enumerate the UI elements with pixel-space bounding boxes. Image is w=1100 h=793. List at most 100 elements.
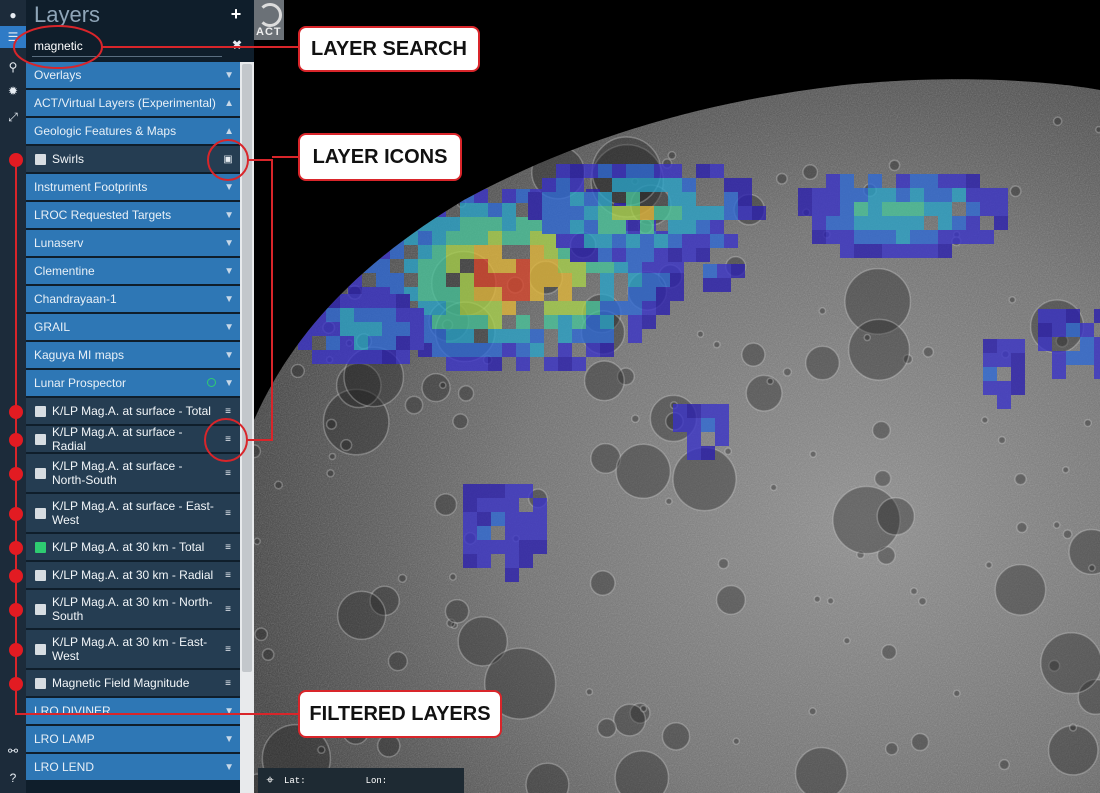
layer-checkbox[interactable] xyxy=(35,542,46,553)
layer-checkbox[interactable] xyxy=(35,678,46,689)
chevron-down-icon[interactable]: ▼ xyxy=(224,754,234,780)
layers-menu-icon[interactable]: ☰ xyxy=(0,26,26,48)
magnetic-anomaly-tile xyxy=(477,484,491,498)
layer-checkbox[interactable] xyxy=(35,508,46,519)
sliders-icon[interactable]: ≡ xyxy=(222,541,234,553)
scrollbar-thumb[interactable] xyxy=(242,64,252,672)
layer-group-chandrayaan-1[interactable]: Chandrayaan-1 ▼ xyxy=(26,286,240,314)
link-icon[interactable]: ⚯ xyxy=(0,740,26,762)
magnetic-anomaly-tile xyxy=(432,343,446,357)
magnetic-anomaly-tile xyxy=(460,301,474,315)
sliders-icon[interactable]: ≡ xyxy=(222,569,234,581)
layer-item[interactable]: K/LP Mag.A. at surface - North-South ≡ xyxy=(26,454,240,494)
settings-gear-icon[interactable]: ✹ xyxy=(0,80,26,102)
layer-checkbox[interactable] xyxy=(35,434,46,445)
layer-item[interactable]: Magnetic Field Magnitude ≡ xyxy=(26,670,240,698)
layer-label: K/LP Mag.A. at 30 km - Total xyxy=(52,540,205,554)
layer-checkbox[interactable] xyxy=(35,154,46,165)
crosshair-icon[interactable]: ⌖ xyxy=(262,773,278,788)
layer-group-instrument-footprints[interactable]: Instrument Footprints ▼ xyxy=(26,174,240,202)
image-icon[interactable]: ▣ xyxy=(222,153,234,165)
layer-group-geologic-features-maps[interactable]: Geologic Features & Maps ▲ xyxy=(26,118,240,146)
layer-group-kaguya-mi-maps[interactable]: Kaguya MI maps ▼ xyxy=(26,342,240,370)
layer-group-lro-lamp[interactable]: LRO LAMP ▼ xyxy=(26,726,240,754)
magnetic-anomaly-tile xyxy=(491,498,505,512)
magnetic-anomaly-tile xyxy=(572,329,586,343)
magnetic-anomaly-tile xyxy=(983,353,997,367)
add-layer-button[interactable]: + xyxy=(228,4,244,26)
chevron-down-icon[interactable]: ▼ xyxy=(224,62,234,88)
clear-search-icon[interactable]: ✖ xyxy=(232,38,242,52)
chevron-down-icon[interactable]: ▼ xyxy=(224,202,234,228)
magnetic-anomaly-tile xyxy=(488,357,502,371)
crater xyxy=(1061,466,1070,474)
magnetic-anomaly-tile xyxy=(362,231,376,245)
chevron-up-icon[interactable]: ▲ xyxy=(224,118,234,144)
layer-checkbox[interactable] xyxy=(35,468,46,479)
magnetic-anomaly-tile xyxy=(1080,351,1094,365)
layer-group-grail[interactable]: GRAIL ▼ xyxy=(26,314,240,342)
globe-view[interactable] xyxy=(254,0,1100,793)
help-icon[interactable]: ? xyxy=(0,767,26,789)
chevron-down-icon[interactable]: ▼ xyxy=(224,258,234,284)
chevron-down-icon[interactable]: ▼ xyxy=(224,698,234,724)
sliders-icon[interactable]: ≡ xyxy=(222,677,234,689)
layer-group-clementine[interactable]: Clementine ▼ xyxy=(26,258,240,286)
layer-group-lunar-prospector[interactable]: Lunar Prospector ▼ xyxy=(26,370,240,398)
magnetic-anomaly-tile xyxy=(896,230,910,244)
chevron-down-icon[interactable]: ▼ xyxy=(224,174,234,200)
layer-group-lro-lend[interactable]: LRO LEND ▼ xyxy=(26,754,240,782)
layer-item[interactable]: K/LP Mag.A. at surface - Total ≡ xyxy=(26,398,240,426)
crater xyxy=(500,128,523,152)
crater xyxy=(826,597,835,605)
chevron-down-icon[interactable]: ▼ xyxy=(224,726,234,752)
layer-item[interactable]: K/LP Mag.A. at 30 km - North-South ≡ xyxy=(26,590,240,630)
layer-group-act-virtual-layers-experimental[interactable]: ACT/Virtual Layers (Experimental) ▲ xyxy=(26,90,240,118)
layer-item[interactable]: K/LP Mag.A. at 30 km - Total ≡ xyxy=(26,534,240,562)
layer-item[interactable]: K/LP Mag.A. at 30 km - East-West ≡ xyxy=(26,630,240,670)
layer-item[interactable]: K/LP Mag.A. at surface - East-West ≡ xyxy=(26,494,240,534)
sliders-icon[interactable]: ≡ xyxy=(222,405,234,417)
magnetic-anomaly-tile xyxy=(882,216,896,230)
layer-item[interactable]: Swirls ▣ xyxy=(26,146,240,174)
crater xyxy=(745,374,783,412)
layer-checkbox[interactable] xyxy=(35,570,46,581)
chevron-down-icon[interactable]: ▼ xyxy=(224,286,234,312)
chevron-down-icon[interactable]: ▼ xyxy=(224,230,234,256)
layer-label: K/LP Mag.A. at surface - East-West xyxy=(52,499,214,527)
chevron-up-icon[interactable]: ▲ xyxy=(224,90,234,116)
magnetic-anomaly-tile xyxy=(715,404,729,418)
magnetic-anomaly-tile xyxy=(896,216,910,230)
layer-group-lroc-requested-targets[interactable]: LROC Requested Targets ▼ xyxy=(26,202,240,230)
layer-checkbox[interactable] xyxy=(35,644,46,655)
sliders-icon[interactable]: ≡ xyxy=(222,433,234,445)
crater xyxy=(404,395,424,415)
chevron-down-icon[interactable]: ▼ xyxy=(224,342,234,368)
sliders-icon[interactable]: ≡ xyxy=(222,643,234,655)
zoom-search-icon[interactable]: ⚲ xyxy=(0,56,26,78)
group-label: GRAIL xyxy=(34,320,71,334)
crater xyxy=(630,414,640,424)
magnetic-anomaly-tile xyxy=(612,206,626,220)
magnetic-anomaly-tile xyxy=(446,315,460,329)
layer-checkbox[interactable] xyxy=(35,406,46,417)
chevron-down-icon[interactable]: ▼ xyxy=(224,370,234,396)
left-toolbar: ● ☰ ⚲ ✹ ⤢ ⚯? xyxy=(0,0,26,793)
layer-group-lro-diviner[interactable]: LRO DIVINER ▼ xyxy=(26,698,240,726)
layer-item[interactable]: K/LP Mag.A. at 30 km - Radial ≡ xyxy=(26,562,240,590)
sliders-icon[interactable]: ≡ xyxy=(222,507,234,519)
magnetic-anomaly-tile xyxy=(910,230,924,244)
globe-icon[interactable]: ● xyxy=(0,4,26,26)
expand-icon[interactable]: ⤢ xyxy=(0,106,26,128)
layer-checkbox[interactable] xyxy=(35,604,46,615)
layer-item[interactable]: K/LP Mag.A. at surface - Radial ≡ xyxy=(26,425,240,454)
layer-group-overlays[interactable]: Overlays ▼ xyxy=(26,62,240,90)
chevron-down-icon[interactable]: ▼ xyxy=(224,314,234,340)
layer-list-scrollbar[interactable] xyxy=(240,62,254,793)
layer-group-lunaserv[interactable]: Lunaserv ▼ xyxy=(26,230,240,258)
layer-search-input[interactable] xyxy=(32,36,222,57)
magnetic-anomaly-tile xyxy=(656,301,670,315)
sliders-icon[interactable]: ≡ xyxy=(222,467,234,479)
magnetic-anomaly-tile xyxy=(640,248,654,262)
sliders-icon[interactable]: ≡ xyxy=(222,603,234,615)
